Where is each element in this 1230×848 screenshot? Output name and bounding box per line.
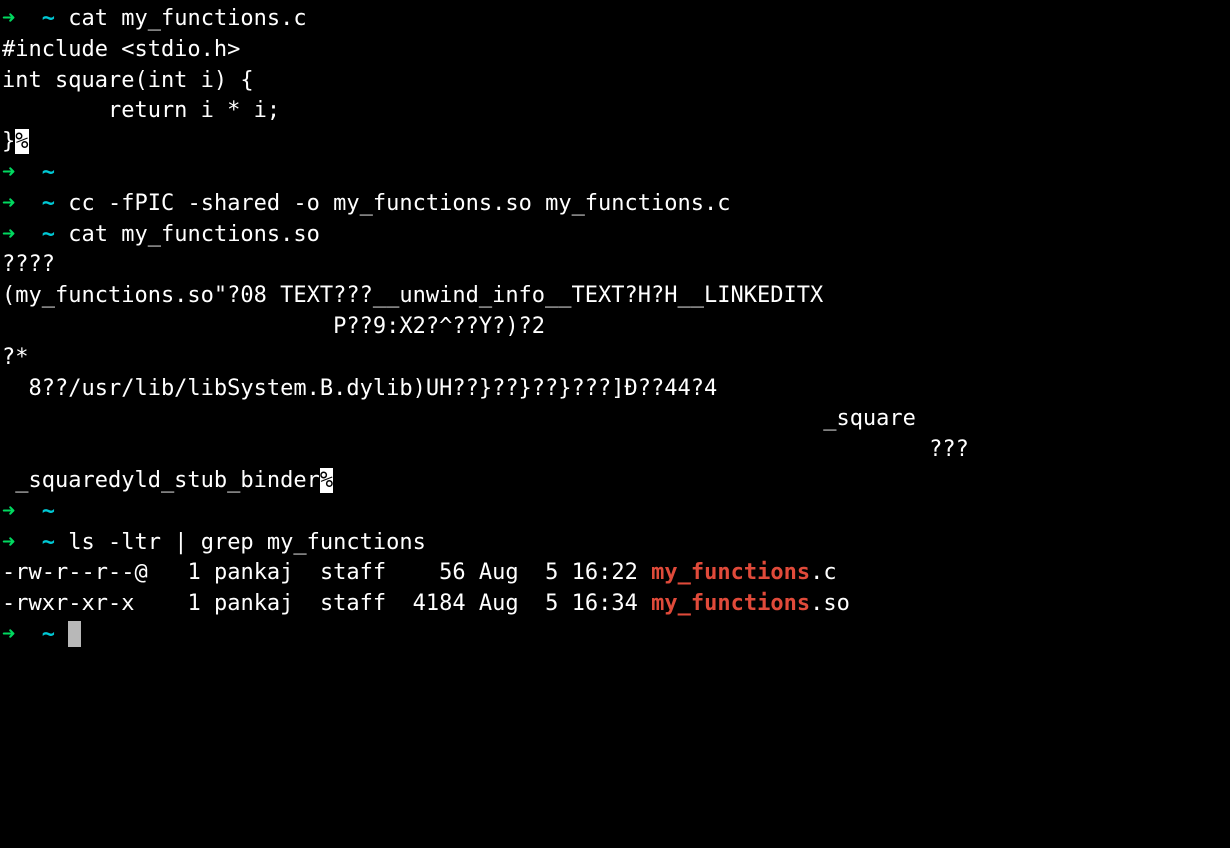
prompt-line-1: ➜ ~ cat my_functions.c bbox=[2, 4, 1228, 35]
file-time: 16:22 bbox=[572, 560, 638, 585]
file-user: pankaj bbox=[214, 591, 293, 616]
prompt-arrow: ➜ bbox=[2, 6, 15, 31]
file-perms: -rw-r--r--@ bbox=[2, 560, 148, 585]
file-size: 4184 bbox=[413, 591, 466, 616]
file-perms: -rwxr-xr-x bbox=[2, 591, 148, 616]
file-day: 5 bbox=[545, 560, 558, 585]
command-text: cat my_functions.so bbox=[68, 222, 320, 247]
prompt-tilde: ~ bbox=[42, 530, 55, 555]
so-binary-line: P??9:X2?^??Y?)?2 bbox=[2, 312, 1228, 343]
eof-marker: % bbox=[320, 468, 333, 493]
prompt-tilde: ~ bbox=[42, 222, 55, 247]
file-size: 56 bbox=[439, 560, 466, 585]
c-brace: } bbox=[2, 129, 15, 154]
so-binary-line: ???? bbox=[2, 250, 1228, 281]
file-day: 5 bbox=[545, 591, 558, 616]
prompt-tilde: ~ bbox=[42, 499, 55, 524]
so-binary-line: 8??/usr/lib/libSystem.B.dylib)UH??}??}??… bbox=[2, 374, 1228, 405]
file-month: Aug bbox=[479, 560, 519, 585]
file-user: pankaj bbox=[214, 560, 293, 585]
prompt-line-4: ➜ ~ cat my_functions.so bbox=[2, 220, 1228, 251]
eof-marker: % bbox=[15, 129, 28, 154]
file-name-match: my_functions bbox=[651, 591, 810, 616]
file-group: staff bbox=[320, 591, 386, 616]
file-group: staff bbox=[320, 560, 386, 585]
prompt-arrow: ➜ bbox=[2, 222, 15, 247]
ls-row: -rw-r--r--@ 1 pankaj staff 56 Aug 5 16:2… bbox=[2, 558, 1228, 589]
c-source-line: }% bbox=[2, 127, 1228, 158]
so-binary-line: ??? bbox=[2, 435, 1228, 466]
prompt-tilde: ~ bbox=[42, 6, 55, 31]
prompt-tilde: ~ bbox=[42, 160, 55, 185]
terminal-cursor bbox=[68, 621, 81, 647]
prompt-arrow: ➜ bbox=[2, 499, 15, 524]
prompt-line-2: ➜ ~ bbox=[2, 158, 1228, 189]
prompt-arrow: ➜ bbox=[2, 160, 15, 185]
prompt-line-5: ➜ ~ bbox=[2, 497, 1228, 528]
c-source-line: int square(int i) { bbox=[2, 66, 1228, 97]
terminal-output: ➜ ~ cat my_functions.c #include <stdio.h… bbox=[2, 4, 1228, 651]
prompt-arrow: ➜ bbox=[2, 191, 15, 216]
prompt-arrow: ➜ bbox=[2, 622, 15, 647]
command-text: cc -fPIC -shared -o my_functions.so my_f… bbox=[68, 191, 730, 216]
so-binary-text: _squaredyld_stub_binder bbox=[2, 468, 320, 493]
prompt-tilde: ~ bbox=[42, 622, 55, 647]
c-source-line: return i * i; bbox=[2, 96, 1228, 127]
file-name-ext: .so bbox=[810, 591, 850, 616]
file-time: 16:34 bbox=[572, 591, 638, 616]
so-binary-line: ?* bbox=[2, 343, 1228, 374]
so-binary-line: _squaredyld_stub_binder% bbox=[2, 466, 1228, 497]
file-month: Aug bbox=[479, 591, 519, 616]
so-binary-line: _square bbox=[2, 404, 1228, 435]
prompt-arrow: ➜ bbox=[2, 530, 15, 555]
file-name-match: my_functions bbox=[651, 560, 810, 585]
c-source-line: #include <stdio.h> bbox=[2, 35, 1228, 66]
file-links: 1 bbox=[187, 591, 200, 616]
prompt-tilde: ~ bbox=[42, 191, 55, 216]
command-text: cat my_functions.c bbox=[68, 6, 306, 31]
so-binary-line: (my_functions.so"?08 TEXT???__unwind_inf… bbox=[2, 281, 1228, 312]
file-name-ext: .c bbox=[810, 560, 837, 585]
prompt-line-3: ➜ ~ cc -fPIC -shared -o my_functions.so … bbox=[2, 189, 1228, 220]
prompt-line-6: ➜ ~ ls -ltr | grep my_functions bbox=[2, 528, 1228, 559]
file-links: 1 bbox=[187, 560, 200, 585]
ls-row: -rwxr-xr-x 1 pankaj staff 4184 Aug 5 16:… bbox=[2, 589, 1228, 620]
command-text: ls -ltr | grep my_functions bbox=[68, 530, 426, 555]
prompt-line-current[interactable]: ➜ ~ bbox=[2, 620, 1228, 651]
